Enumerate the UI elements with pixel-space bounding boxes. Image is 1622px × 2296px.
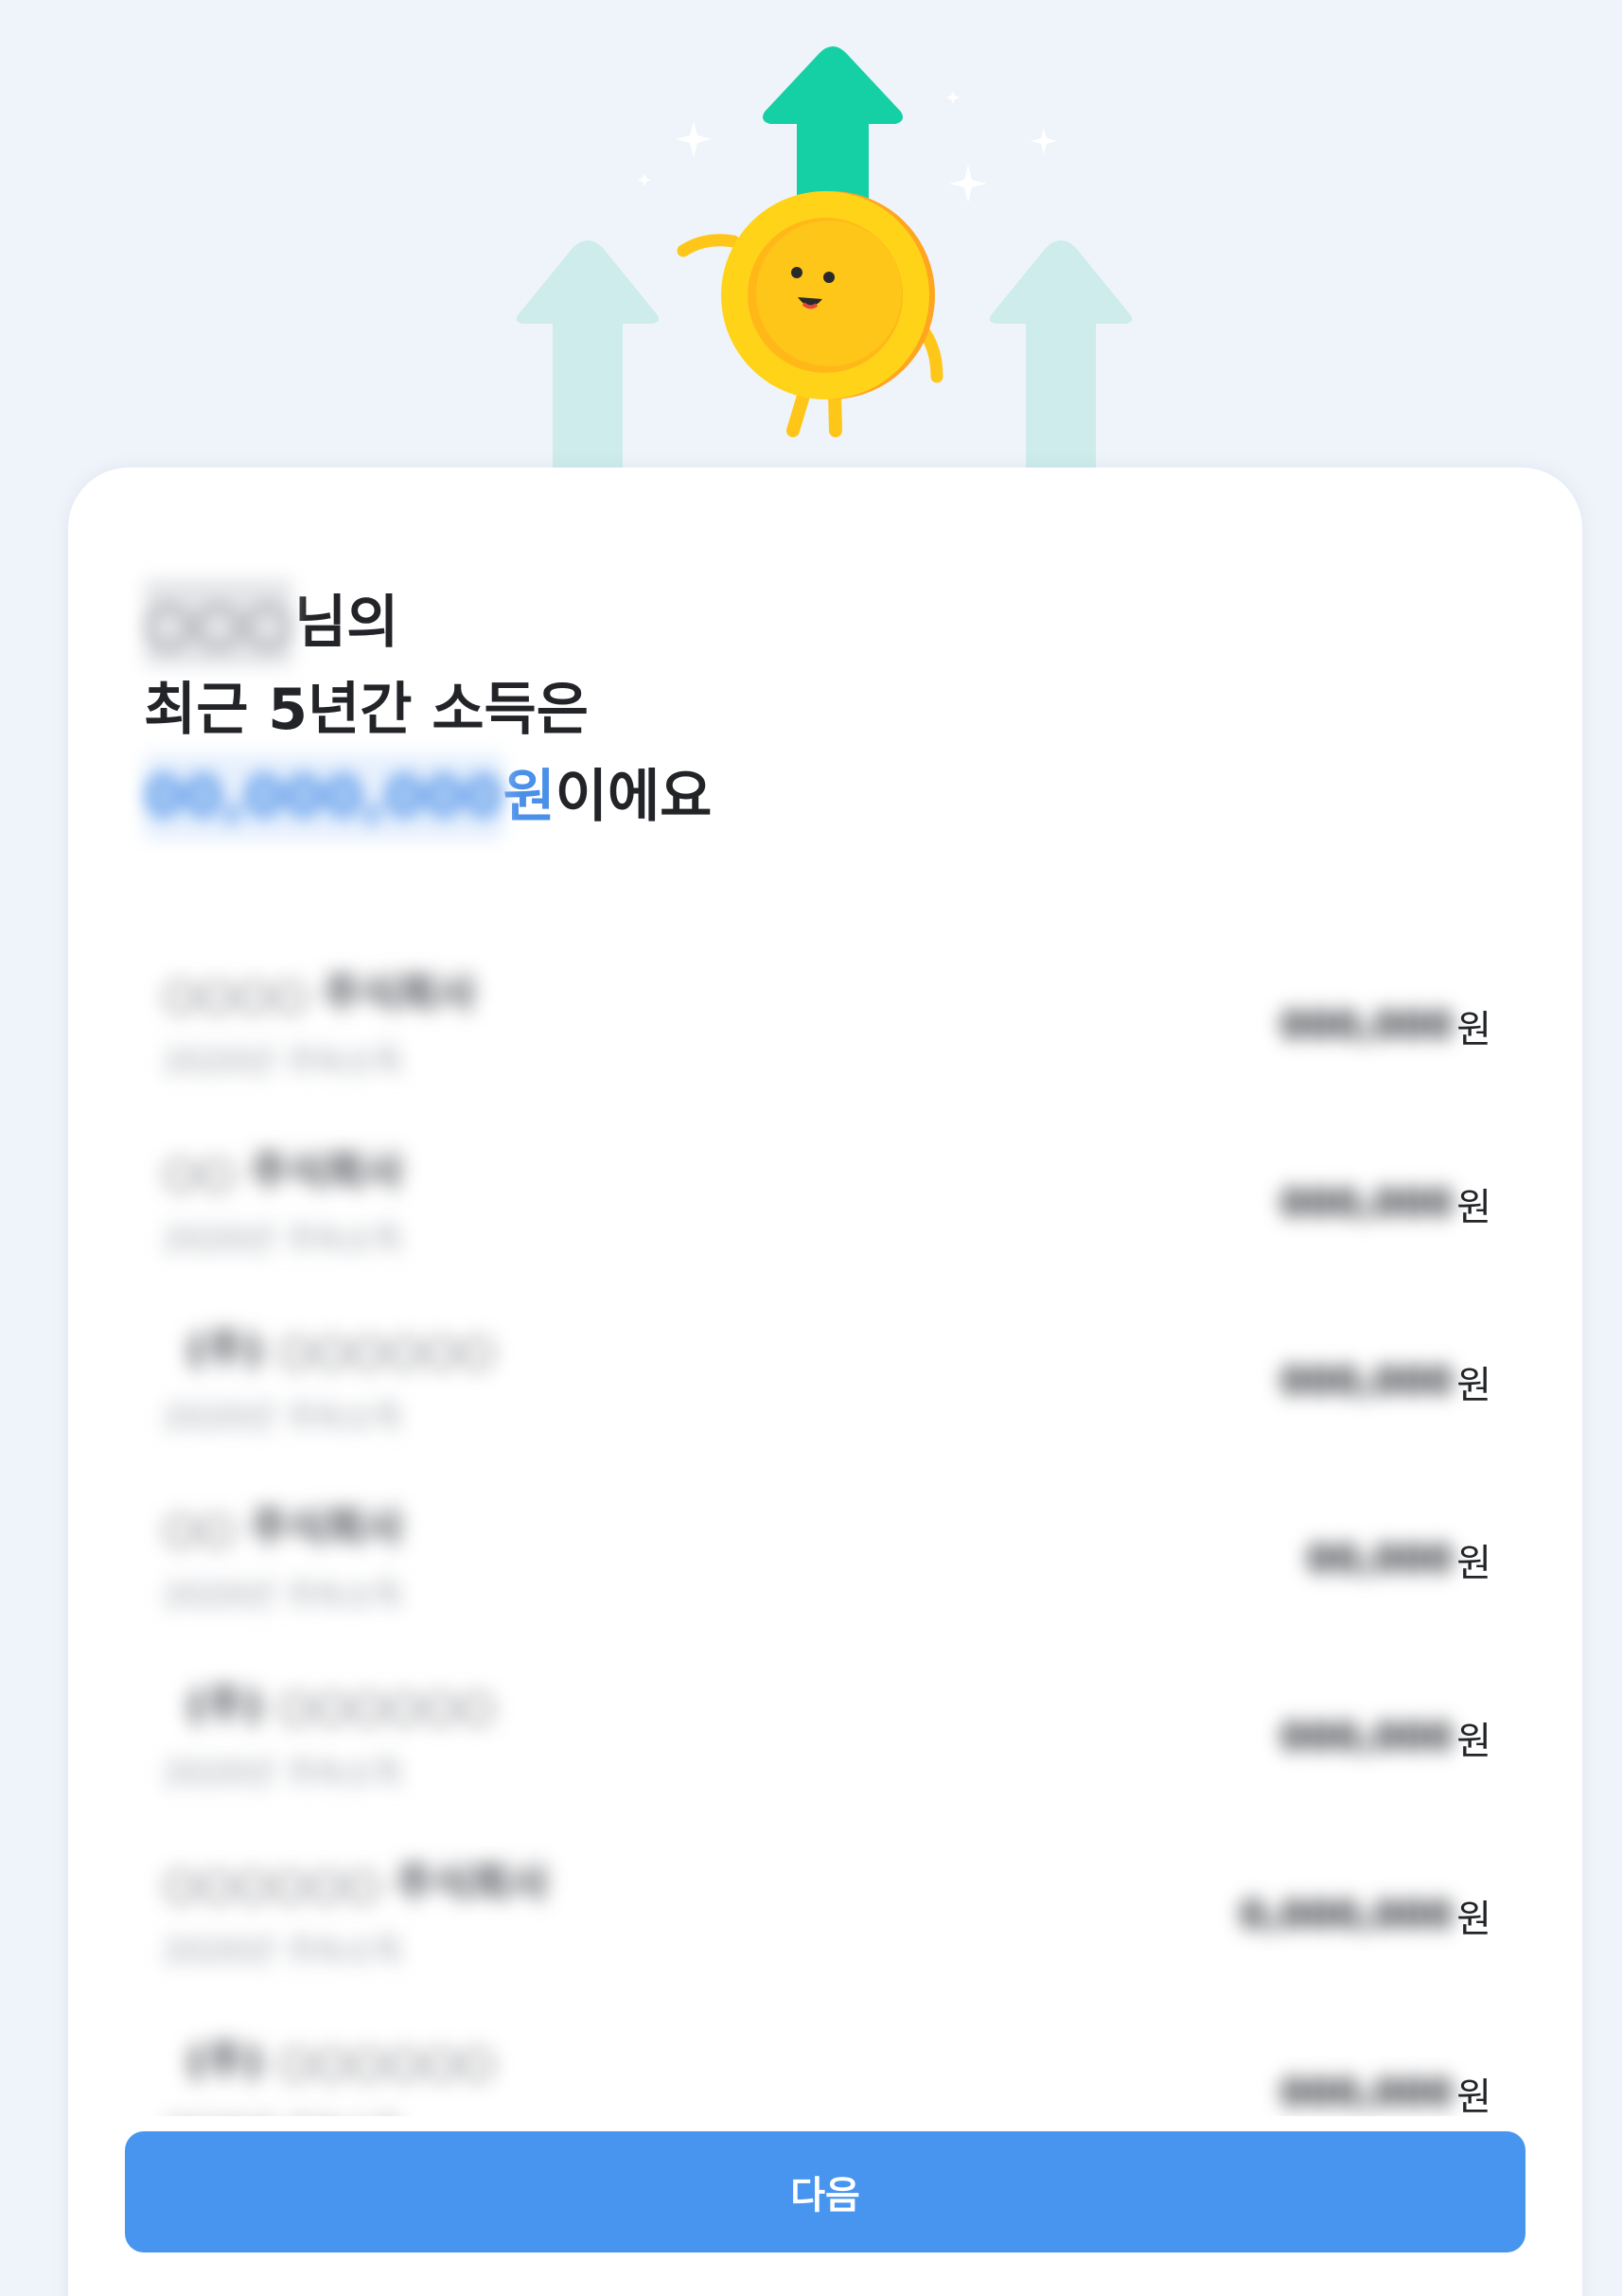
income-amount-unit: 원 [1456, 1720, 1491, 1763]
headline-line-1: ○○○님의 [144, 579, 1469, 666]
income-list-item[interactable]: (주) ○○○○○○ 2020년 귀속소득 000,000원 [68, 1304, 1582, 1482]
income-source-period: 2020년 귀속소득 [163, 1043, 403, 1081]
total-income-masked: 00,000,000 [144, 753, 503, 840]
income-source-period: 2020년 귀속소득 [163, 1399, 403, 1437]
income-source-period: 2020년 귀속소득 [163, 1577, 403, 1615]
income-list-item[interactable]: ○○○○○○ 주식회사 2020년 귀속소득 0,000,000 원 [68, 1838, 1582, 2016]
headline-line-2: 최근 5년간 소득은 [144, 677, 589, 743]
coin-character-icon [677, 191, 943, 437]
income-source-name: (주) ○○○○○○ [186, 1326, 496, 1374]
up-arrow-icon-left [516, 240, 660, 492]
income-amount: 000,000 원 [1280, 1351, 1491, 1412]
name-suffix: 님의 [294, 590, 399, 656]
income-card: ○○○님의 최근 5년간 소득은 00,000,000원이에요 ○○○○ 주식회… [68, 468, 1582, 2296]
income-amount-value-masked: 000,000 [1280, 2072, 1454, 2115]
up-arrow-icon-right [989, 240, 1133, 492]
income-amount-value-masked: 000,000 [1280, 1182, 1454, 1226]
income-source-name: ○○○○○○ 주식회사 [163, 1860, 549, 1908]
income-amount: 000,000 원 [1280, 1707, 1491, 1768]
income-list-item[interactable]: ○○ 주식회사 2020년 귀속소득 000,000 원 [68, 1126, 1582, 1304]
income-list-item[interactable]: ○○○○ 주식회사 2020년 귀속소득 000,000 원 [68, 948, 1582, 1126]
next-button[interactable]: 다음 [125, 2131, 1525, 2252]
income-amount-unit: 원 [1456, 1898, 1491, 1941]
income-amount-value-masked: 00,000 [1306, 1538, 1454, 1581]
income-source-name: ○○○○ 주식회사 [163, 970, 476, 1018]
income-list-item[interactable]: ○○ 주식회사 2020년 귀속소득 00,000 원 [68, 1482, 1582, 1660]
income-amount-unit: 원 [1456, 1542, 1491, 1585]
total-income-unit: 원 [502, 764, 555, 830]
hero-illustration [516, 46, 1133, 492]
income-headline: ○○○님의 최근 5년간 소득은 00,000,000원이에요 [144, 579, 1469, 840]
income-amount-unit: 원 [1456, 1186, 1491, 1229]
income-amount-value-masked: 000,000 [1280, 1004, 1454, 1048]
income-amount-value-masked: 000,000 [1280, 1716, 1454, 1759]
income-source-period: 2020년 귀속소득 [163, 1221, 403, 1259]
user-name-masked: ○○○ [144, 579, 293, 666]
income-source-name: ○○ 주식회사 [163, 1504, 404, 1552]
income-amount: 00,000 원 [1307, 1529, 1491, 1590]
income-amount: 000,000 원 [1280, 1174, 1491, 1234]
income-amount-unit: 원 [1456, 1008, 1491, 1051]
income-source-period: 2020년 귀속소득 [163, 1755, 403, 1793]
income-source-name: ○○ 주식회사 [163, 1148, 404, 1196]
income-amount: 000,000 원 [1280, 996, 1491, 1056]
headline-line-3: 00,000,000원이에요 [144, 753, 1469, 840]
income-list-item[interactable]: (주) ○○○○○○ 2020년 귀속소득 000,000원 [68, 1660, 1582, 1838]
income-amount-value-masked: 000,000 [1280, 1360, 1454, 1404]
income-amount-unit: 원 [1456, 1364, 1491, 1407]
income-source-name: (주) ○○○○○○ [186, 1682, 496, 1730]
income-amount-value-masked: 0,000,000 [1239, 1894, 1454, 1937]
income-amount: 000,000 원 [1280, 2063, 1491, 2116]
income-summary-screen: ○○○님의 최근 5년간 소득은 00,000,000원이에요 ○○○○ 주식회… [0, 0, 1622, 2296]
headline-suffix: 이에요 [555, 764, 713, 830]
income-amount: 0,000,000 원 [1240, 1885, 1491, 1946]
income-amount-unit: 원 [1456, 2075, 1491, 2116]
income-list-item[interactable]: (주) ○○○○○○ 2020년 귀속소득 000,000원 [68, 2016, 1582, 2116]
income-source-period: 2020년 귀속소득 [163, 2103, 403, 2116]
income-source-name: (주) ○○○○○○ [186, 2038, 496, 2086]
income-source-period: 2020년 귀속소득 [163, 1933, 403, 1970]
income-list: ○○○○ 주식회사 2020년 귀속소득 000,000 원 ○○ 주식회사 2020년 … [68, 941, 1582, 2116]
